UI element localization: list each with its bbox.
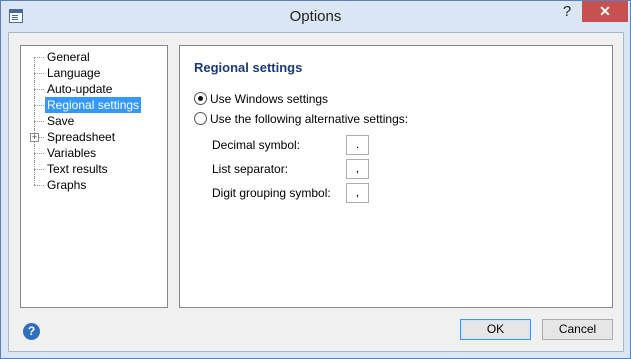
- list-separator-label: List separator:: [212, 162, 289, 176]
- tree-item-text-results[interactable]: Text results: [21, 161, 167, 177]
- radio-label: Use the following alternative settings:: [210, 112, 409, 126]
- tree-item-label: Regional settings: [45, 97, 142, 113]
- tree-item-spreadsheet[interactable]: + Spreadsheet: [21, 129, 167, 145]
- tree-item-language[interactable]: Language: [21, 65, 167, 81]
- tree-item-label: Variables: [47, 146, 97, 160]
- category-tree[interactable]: General Language Auto-update Regional se…: [20, 45, 168, 308]
- window-title: Options: [289, 8, 342, 25]
- radio-checked-icon[interactable]: [194, 92, 207, 105]
- tree-item-label: Language: [47, 66, 101, 80]
- digit-grouping-symbol-label: Digit grouping symbol:: [212, 186, 331, 200]
- title-bar[interactable]: Options ? ✕: [1, 1, 630, 32]
- tree-item-variables[interactable]: Variables: [21, 145, 167, 161]
- radio-label: Use Windows settings: [210, 92, 329, 106]
- help-icon[interactable]: ?: [23, 323, 40, 340]
- tree-item-label: Text results: [47, 162, 108, 176]
- decimal-symbol-field[interactable]: .: [346, 135, 369, 155]
- tree-item-regional-settings[interactable]: Regional settings: [21, 97, 167, 113]
- tree-item-label: Save: [47, 114, 75, 128]
- expand-plus-icon[interactable]: +: [30, 133, 39, 142]
- dialog-body: General Language Auto-update Regional se…: [8, 32, 624, 352]
- tree-item-save[interactable]: Save: [21, 113, 167, 129]
- tree-item-graphs[interactable]: Graphs: [21, 177, 167, 193]
- close-button[interactable]: ✕: [582, 1, 628, 22]
- tree-item-label: Spreadsheet: [47, 130, 116, 144]
- tree-item-label: General: [47, 50, 90, 64]
- tree-item-label: Auto-update: [47, 82, 113, 96]
- list-separator-field[interactable]: ,: [346, 159, 369, 179]
- ok-button[interactable]: OK: [460, 319, 531, 340]
- settings-panel: Regional settings Use Windows settings U…: [179, 45, 613, 308]
- tree-item-auto-update[interactable]: Auto-update: [21, 81, 167, 97]
- cancel-button[interactable]: Cancel: [542, 319, 613, 340]
- options-dialog: Options ? ✕ General Language Auto-update…: [0, 0, 631, 359]
- decimal-symbol-label: Decimal symbol:: [212, 138, 301, 152]
- title-help-button[interactable]: ?: [554, 1, 580, 22]
- tree-item-general[interactable]: General: [21, 49, 167, 65]
- panel-title: Regional settings: [194, 60, 303, 75]
- tree-item-label: Graphs: [47, 178, 87, 192]
- digit-grouping-symbol-field[interactable]: ,: [346, 183, 369, 203]
- radio-unchecked-icon[interactable]: [194, 112, 207, 125]
